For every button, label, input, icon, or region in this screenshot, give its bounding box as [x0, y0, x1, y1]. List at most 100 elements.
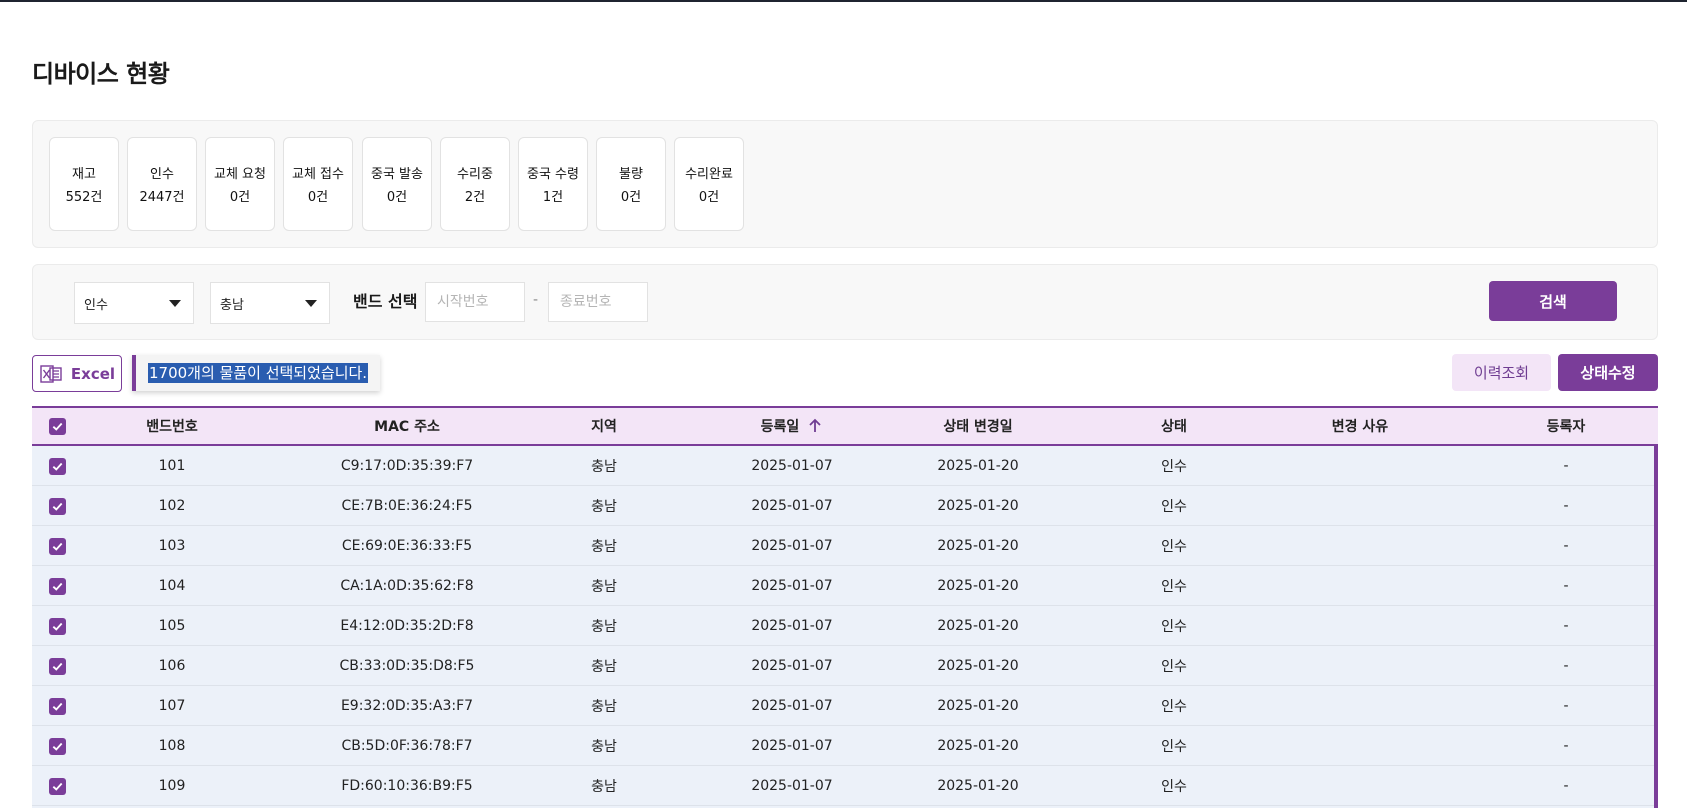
search-button[interactable]: 검색	[1489, 281, 1617, 321]
end-number-input[interactable]	[548, 282, 648, 322]
table-row[interactable]: 107 E9:32:0D:35:A3:F7 충남 2025-01-07 2025-01-…	[32, 686, 1654, 726]
status-select-value: 인수	[84, 297, 108, 313]
table-row[interactable]: 103 CE:69:0E:36:33:F5 충남 2025-01-07 2025-01-…	[32, 526, 1654, 566]
cell-band: 108	[158, 738, 186, 754]
column-header-region[interactable]: 지역	[544, 408, 664, 444]
row-checkbox[interactable]	[48, 537, 66, 555]
cell-band: 103	[158, 538, 186, 554]
cell-registered: 2025-01-07	[751, 778, 833, 794]
stat-count: 552건	[65, 190, 103, 205]
history-button[interactable]: 이력조회	[1452, 354, 1551, 391]
cell-changed: 2025-01-20	[937, 618, 1019, 634]
cell-band: 107	[158, 698, 186, 714]
cell-status: 인수	[1161, 659, 1187, 675]
cell-band: 109	[158, 778, 186, 794]
table-row[interactable]: 106 CB:33:0D:35:D8:F5 충남 2025-01-07 2025-01-…	[32, 646, 1654, 686]
cell-reason	[1280, 726, 1440, 766]
cell-status: 인수	[1161, 779, 1187, 795]
stat-count: 2건	[464, 190, 486, 205]
row-checkbox[interactable]	[48, 457, 66, 475]
row-checkbox[interactable]	[48, 737, 66, 755]
cell-registrar: -	[1563, 578, 1569, 594]
stat-label: 중국 발송	[371, 167, 423, 182]
stat-card-china-received[interactable]: 중국 수령 1건	[518, 137, 588, 231]
stat-count: 0건	[386, 190, 408, 205]
cell-registrar: -	[1563, 698, 1569, 714]
checkmark-icon	[52, 462, 62, 471]
column-header-band[interactable]: 밴드번호	[112, 408, 232, 444]
cell-select	[32, 566, 82, 606]
stat-count: 1건	[542, 190, 564, 205]
stat-card-replace-received[interactable]: 교체 접수 0건	[283, 137, 353, 231]
region-select[interactable]: 충남	[210, 282, 330, 324]
table-row[interactable]: 108 CB:5D:0F:36:78:F7 충남 2025-01-07 2025-01-…	[32, 726, 1654, 766]
row-checkbox[interactable]	[48, 577, 66, 595]
select-all-checkbox[interactable]	[48, 417, 66, 435]
cell-registrar: -	[1563, 658, 1569, 674]
column-header-registered-sort[interactable]: 등록일	[712, 408, 872, 444]
selection-notice-text: 1700개의 물품이 선택되었습니다.	[148, 363, 369, 383]
region-select-value: 충남	[220, 297, 244, 313]
cell-region: 충남	[591, 579, 617, 595]
cell-reason	[1280, 766, 1440, 806]
column-header-status[interactable]: 상태	[1114, 408, 1234, 444]
cell-registered: 2025-01-07	[751, 498, 833, 514]
status-select[interactable]: 인수	[74, 282, 194, 324]
table-row[interactable]: 102 CE:7B:0E:36:24:F5 충남 2025-01-07 2025-01-…	[32, 486, 1654, 526]
cell-registered: 2025-01-07	[751, 458, 833, 474]
stat-label: 재고	[72, 167, 96, 182]
status-summary-panel: 재고 552건 인수 2447건 교체 요청 0건 교체 접수 0건 중국 발송…	[32, 120, 1658, 248]
stat-count: 0건	[620, 190, 642, 205]
cell-registrar: -	[1563, 498, 1569, 514]
table-row[interactable]: 101 C9:17:0D:35:39:F7 충남 2025-01-07 2025-01-…	[32, 446, 1654, 486]
stat-card-repairing[interactable]: 수리중 2건	[440, 137, 510, 231]
stat-card-inventory[interactable]: 재고 552건	[49, 137, 119, 231]
cell-mac: CA:1A:0D:35:62:F8	[340, 578, 474, 594]
row-checkbox[interactable]	[48, 497, 66, 515]
stat-count: 0건	[698, 190, 720, 205]
column-header-registrar[interactable]: 등록자	[1506, 408, 1626, 444]
cell-reason	[1280, 446, 1440, 486]
cell-registered: 2025-01-07	[751, 538, 833, 554]
start-number-input[interactable]	[425, 282, 525, 322]
cell-registered: 2025-01-07	[751, 578, 833, 594]
excel-export-button[interactable]: Excel	[32, 355, 122, 392]
checkmark-icon	[52, 502, 62, 511]
checkmark-icon	[52, 422, 62, 431]
row-checkbox[interactable]	[48, 697, 66, 715]
stat-card-defective[interactable]: 불량 0건	[596, 137, 666, 231]
table-row[interactable]: 105 E4:12:0D:35:2D:F8 충남 2025-01-07 2025-01-…	[32, 606, 1654, 646]
checkmark-icon	[52, 542, 62, 551]
cell-region: 충남	[591, 779, 617, 795]
cell-mac: CB:33:0D:35:D8:F5	[339, 658, 475, 674]
range-separator: -	[533, 292, 539, 308]
cell-region: 충남	[591, 619, 617, 635]
cell-mac: FD:60:10:36:B9:F5	[341, 778, 473, 794]
column-header-changed[interactable]: 상태 변경일	[898, 408, 1058, 444]
checkmark-icon	[52, 662, 62, 671]
stat-label: 수리완료	[685, 167, 733, 182]
stat-card-repair-complete[interactable]: 수리완료 0건	[674, 137, 744, 231]
cell-status: 인수	[1161, 579, 1187, 595]
stat-card-replace-request[interactable]: 교체 요청 0건	[205, 137, 275, 231]
column-header-mac[interactable]: MAC 주소	[297, 408, 517, 444]
cell-registered: 2025-01-07	[751, 698, 833, 714]
cell-changed: 2025-01-20	[937, 498, 1019, 514]
stat-card-acquired[interactable]: 인수 2447건	[127, 137, 197, 231]
chevron-down-icon	[169, 300, 181, 307]
stat-card-china-shipped[interactable]: 중국 발송 0건	[362, 137, 432, 231]
cell-registrar: -	[1563, 458, 1569, 474]
page-title: 디바이스 현황	[32, 60, 170, 88]
cell-reason	[1280, 526, 1440, 566]
cell-status: 인수	[1161, 699, 1187, 715]
cell-registered: 2025-01-07	[751, 738, 833, 754]
status-edit-button[interactable]: 상태수정	[1558, 354, 1658, 391]
row-checkbox[interactable]	[48, 777, 66, 795]
row-checkbox[interactable]	[48, 617, 66, 635]
band-select-label: 밴드 선택	[353, 292, 418, 311]
table-row[interactable]: 104 CA:1A:0D:35:62:F8 충남 2025-01-07 2025-01-…	[32, 566, 1654, 606]
column-header-reason[interactable]: 변경 사유	[1280, 408, 1440, 444]
row-checkbox[interactable]	[48, 657, 66, 675]
table-row[interactable]: 109 FD:60:10:36:B9:F5 충남 2025-01-07 2025-01-…	[32, 766, 1654, 806]
checkmark-icon	[52, 702, 62, 711]
